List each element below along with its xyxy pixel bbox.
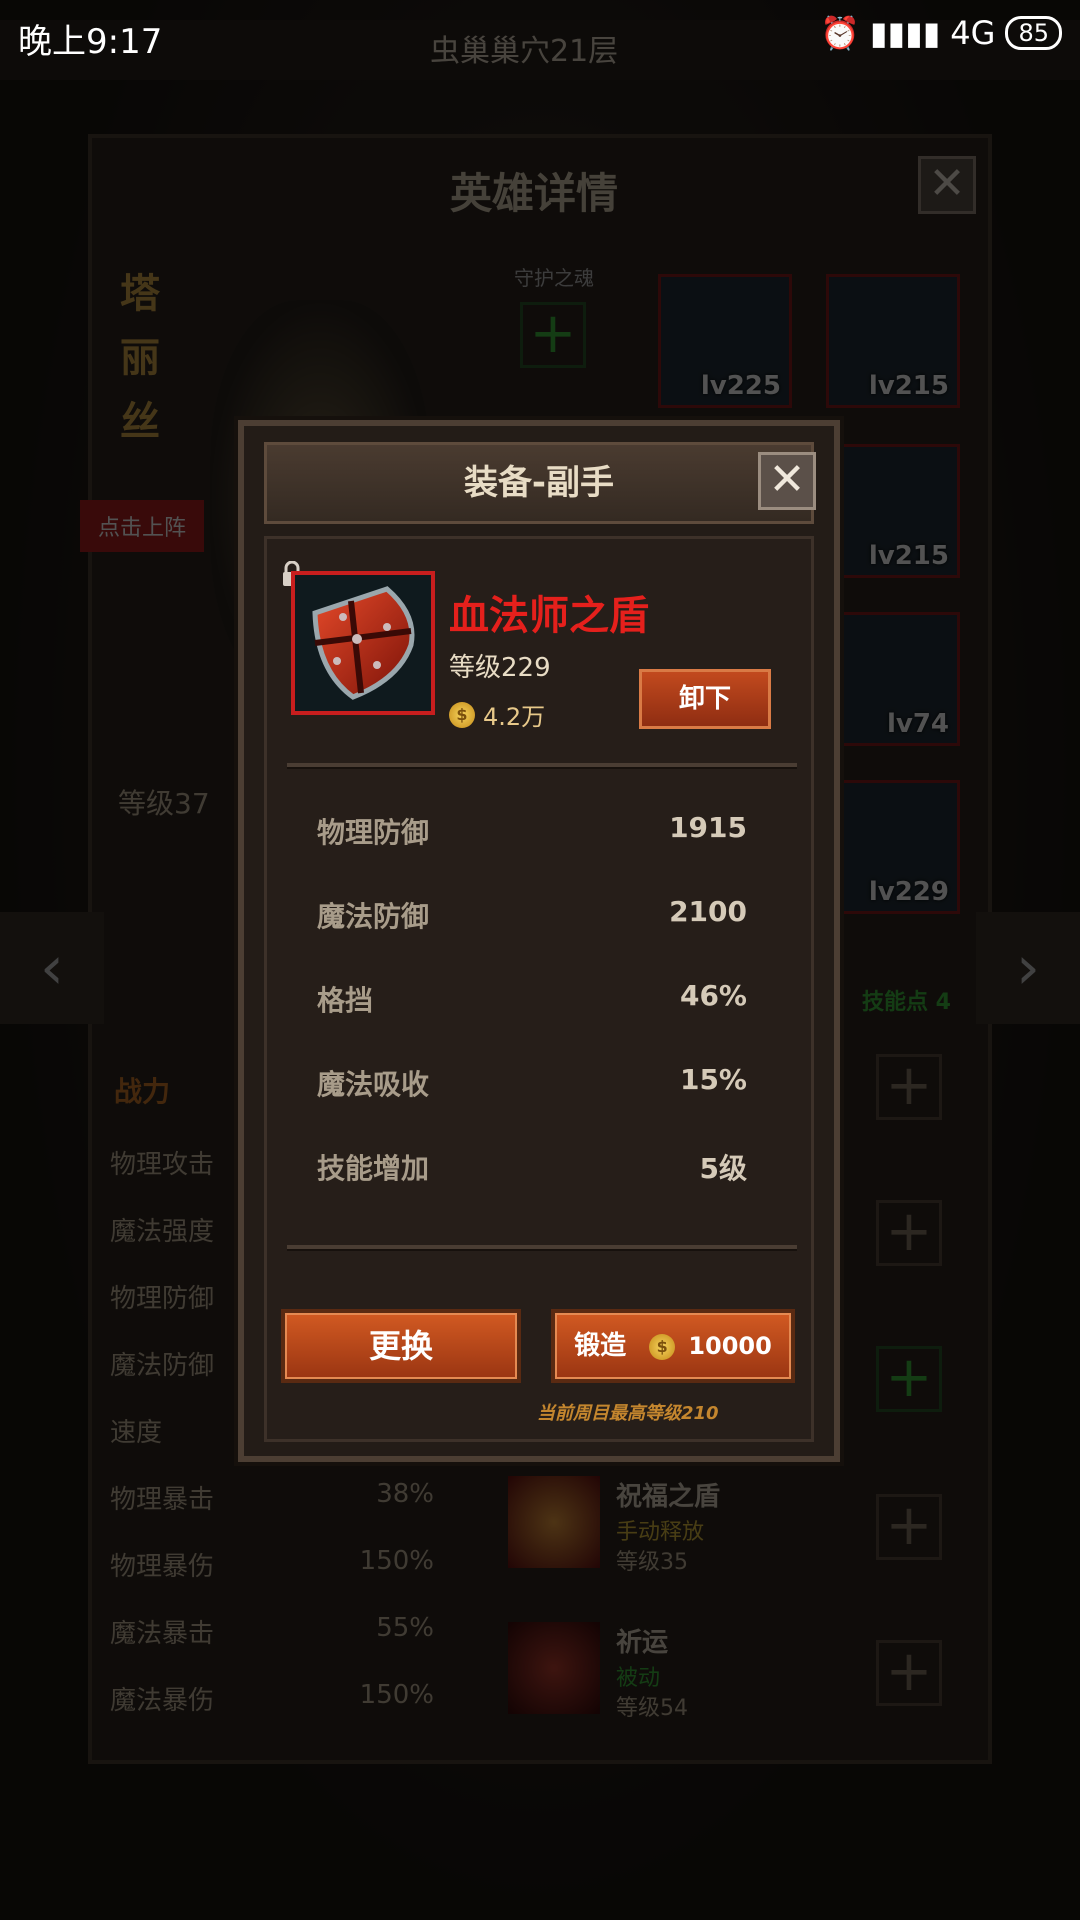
stat-label: 速度	[110, 1418, 163, 1448]
skill-icon	[508, 1476, 600, 1568]
skill-name: 祝福之盾	[616, 1482, 721, 1512]
alarm-icon: ⏰	[820, 14, 860, 52]
equip-slot-boots[interactable]: lv215	[826, 444, 960, 578]
item-stat-label: 技能增加	[317, 1152, 430, 1185]
equip-slot-offhand[interactable]: lv229	[826, 780, 960, 914]
guardian-soul-add-button[interactable]: +	[520, 302, 586, 368]
item-stat-value: 46%	[679, 979, 747, 1012]
deploy-tag[interactable]: 点击上阵	[80, 500, 205, 552]
equip-level: lv225	[700, 371, 781, 401]
skill-level: 等级54	[616, 1696, 688, 1721]
equip-level: lv74	[886, 709, 949, 739]
forge-button[interactable]: 锻造 $ 10000	[551, 1309, 795, 1383]
equip-slot-helmet[interactable]: lv225	[658, 274, 792, 408]
stat-row: 物理暴击 38%	[110, 1479, 434, 1546]
modal-title: 装备-副手	[463, 463, 615, 503]
max-level-note: 当前周目最高等级210	[537, 1403, 719, 1424]
stat-label: 物理暴伤	[110, 1552, 215, 1582]
skill-entry[interactable]: 祈运 被动 等级54	[508, 1622, 948, 1722]
prev-hero-arrow-icon[interactable]: ‹	[0, 912, 104, 1024]
stat-row: 物理暴伤 150%	[110, 1546, 434, 1613]
equip-slot-armor[interactable]: lv215	[826, 274, 960, 408]
status-time: 晚上9:17	[18, 22, 163, 62]
item-stat-row: 魔法防御 2100	[317, 895, 747, 935]
skill-add-button[interactable]: +	[876, 1200, 942, 1266]
item-stat-label: 魔法吸收	[317, 1068, 430, 1101]
equip-level: lv215	[868, 541, 949, 571]
item-icon-frame[interactable]	[291, 571, 435, 715]
shield-icon	[312, 586, 415, 700]
skill-level: 等级35	[616, 1550, 688, 1575]
hero-details-title: 英雄详情	[450, 169, 619, 218]
stat-value: 55%	[376, 1613, 434, 1643]
hero-details-close-button[interactable]: ✕	[918, 156, 976, 214]
equip-level: lv229	[868, 877, 949, 907]
modal-close-button[interactable]: ✕	[758, 452, 816, 510]
skill-type: 手动释放	[616, 1520, 705, 1545]
skill-add-button[interactable]: +	[876, 1054, 942, 1120]
hero-name-char: 丽	[120, 335, 160, 381]
stat-row: 魔法暴击 55%	[110, 1613, 434, 1680]
network-type: 4G	[950, 14, 996, 52]
coin-icon: $	[649, 1333, 676, 1360]
stat-label: 魔法强度	[110, 1217, 215, 1247]
stat-label: 物理暴击	[110, 1485, 215, 1515]
item-stat-row: 技能增加 5级	[317, 1147, 747, 1187]
stat-value: 150%	[359, 1680, 434, 1710]
item-stat-value: 5级	[699, 1152, 747, 1185]
divider	[287, 763, 797, 769]
skill-type: 被动	[616, 1666, 661, 1691]
item-name: 血法师之盾	[449, 593, 649, 639]
modal-header: 装备-副手	[264, 442, 814, 524]
item-price: $ 4.2万	[449, 697, 545, 732]
unequip-button[interactable]: 卸下	[639, 669, 771, 729]
item-stat-value: 1915	[669, 811, 747, 844]
close-icon: ✕	[768, 454, 806, 505]
stat-label: 物理攻击	[110, 1150, 215, 1180]
hero-name-char: 丝	[120, 399, 160, 445]
item-stat-label: 物理防御	[317, 816, 430, 849]
replace-button[interactable]: 更换	[281, 1309, 521, 1383]
forge-cost: 10000	[688, 1332, 772, 1360]
next-hero-arrow-icon[interactable]: ›	[976, 912, 1080, 1024]
stat-value: 150%	[359, 1546, 434, 1576]
stat-row: 魔法暴伤 150%	[110, 1680, 434, 1747]
status-icons: ⏰ ▮▮▮▮ 4G 85	[820, 14, 1062, 52]
hero-name-char: 塔	[120, 271, 160, 317]
status-bar: 晚上9:17 ⏰ ▮▮▮▮ 4G 85	[0, 0, 1080, 76]
divider	[287, 1245, 797, 1251]
stats-header: 战力	[114, 1075, 171, 1108]
item-stat-row: 物理防御 1915	[317, 811, 747, 851]
signal-icon: ▮▮▮▮	[869, 14, 941, 52]
guardian-soul-label: 守护之魂	[514, 266, 594, 290]
item-price-value: 4.2万	[483, 703, 546, 731]
skill-name: 祈运	[616, 1628, 669, 1658]
equip-slot-accessory[interactable]: lv74	[826, 612, 960, 746]
item-stat-label: 魔法防御	[317, 900, 430, 933]
stat-label: 魔法暴击	[110, 1619, 215, 1649]
modal-body: 血法师之盾 等级229 $ 4.2万 卸下 物理防御 1915 魔法防御 210…	[264, 536, 814, 1442]
coin-icon: $	[449, 701, 475, 728]
item-level: 等级229	[449, 653, 551, 683]
skill-add-button[interactable]: +	[876, 1346, 942, 1412]
stat-label: 魔法防御	[110, 1351, 215, 1381]
hero-name: 塔 丽 丝	[120, 262, 160, 454]
battery-indicator: 85	[1005, 16, 1062, 50]
item-stat-row: 魔法吸收 15%	[317, 1063, 747, 1103]
equip-level: lv215	[868, 371, 949, 401]
forge-label: 锻造	[574, 1331, 627, 1361]
item-stat-label: 格挡	[317, 984, 374, 1017]
stat-label: 魔法暴伤	[110, 1686, 215, 1716]
item-stat-row: 格挡 46%	[317, 979, 747, 1019]
equipment-modal: 装备-副手 ✕ 血法师之盾 等级229 $ 4.2万 卸下 物理防御 1915	[238, 420, 840, 1462]
item-stat-value: 2100	[669, 895, 747, 928]
skill-entry[interactable]: 祝福之盾 手动释放 等级35	[508, 1476, 948, 1576]
hero-level: 等级37	[118, 787, 210, 820]
item-stat-value: 15%	[679, 1063, 747, 1096]
stat-value: 38%	[376, 1479, 434, 1509]
skill-icon	[508, 1622, 600, 1714]
stat-label: 物理防御	[110, 1284, 215, 1314]
skill-points: 技能点 4	[862, 990, 951, 1015]
